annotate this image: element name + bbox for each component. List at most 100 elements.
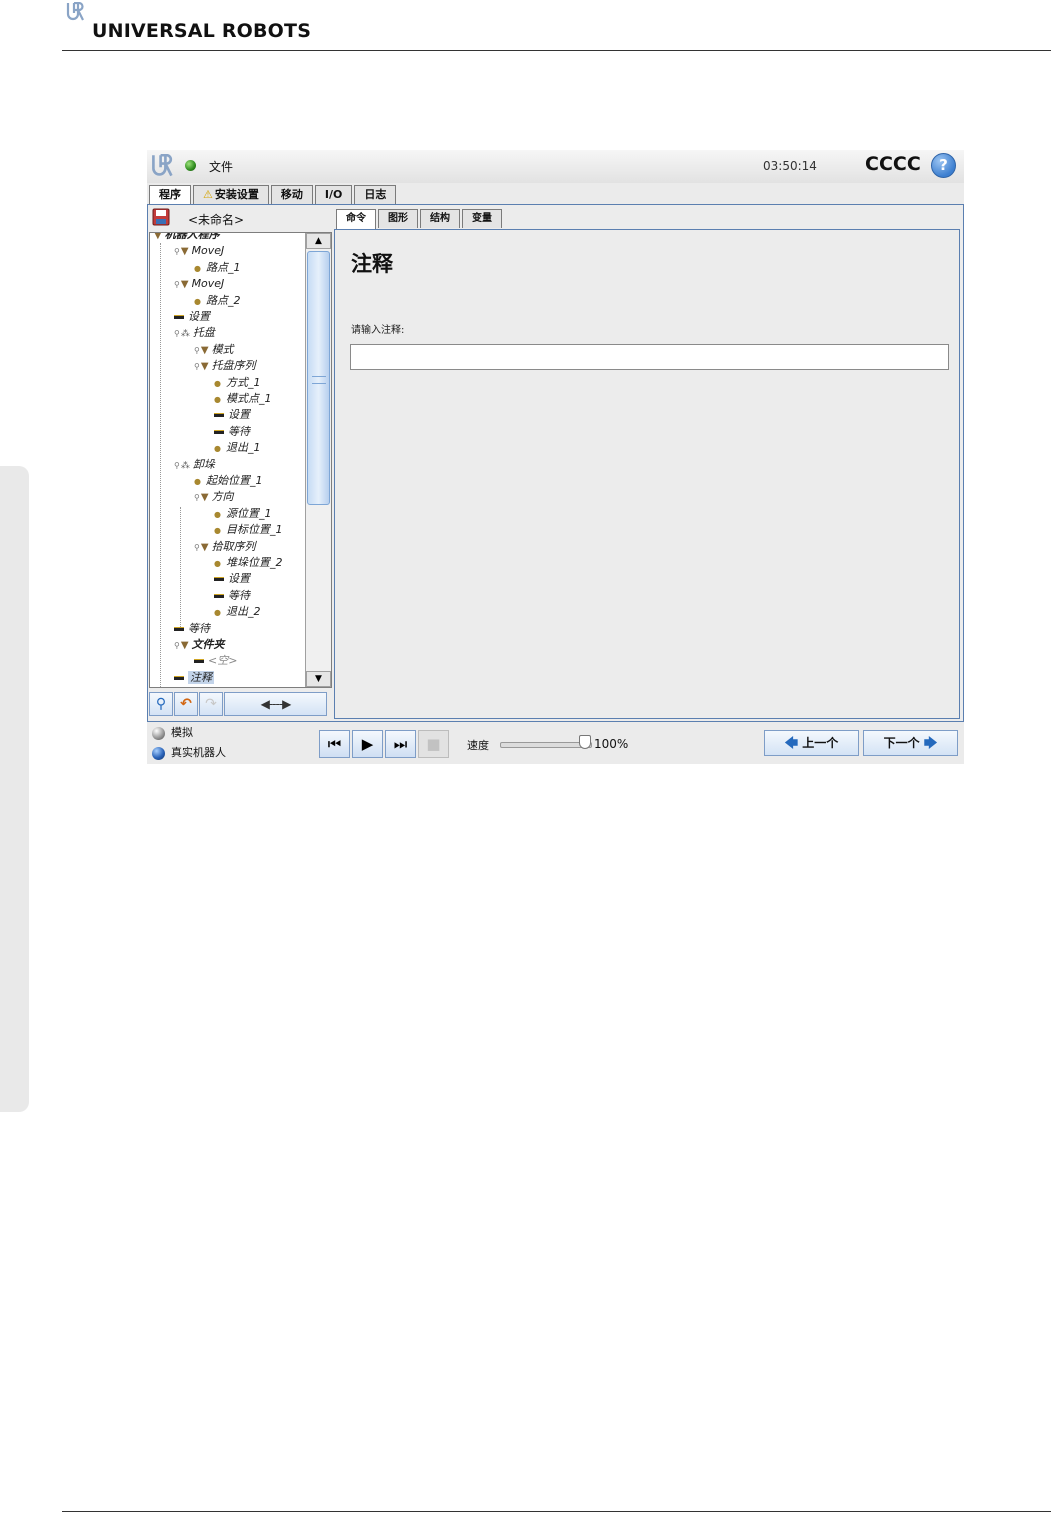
tree-node[interactable]: 设置 <box>214 571 250 587</box>
save-icon[interactable] <box>152 208 170 226</box>
tab-variables[interactable]: 变量 <box>462 209 502 228</box>
waypoint-icon: ● <box>214 608 221 618</box>
file-menu[interactable]: 文件 <box>209 158 233 175</box>
tree-node[interactable]: ● 退出_2 <box>214 604 260 620</box>
scroll-down-button[interactable]: ▼ <box>306 671 331 687</box>
tree-node[interactable]: ⚲▼ 文件夹 <box>174 637 225 653</box>
waypoint-icon: ● <box>214 526 221 536</box>
expander-icon[interactable]: ⚲ <box>174 280 180 289</box>
tree-node[interactable]: ⚲⁂ 托盘 <box>174 325 215 341</box>
waypoint-icon: ● <box>214 509 221 519</box>
header-divider <box>62 50 1051 51</box>
waypoint-icon: ● <box>194 263 201 273</box>
tree-node[interactable]: 注释 <box>174 670 214 686</box>
tree-toolbar: ⚲ ↶ ↷ ◀----▶ <box>149 692 328 716</box>
universal-robots-brand: UNIVERSAL ROBOTS <box>66 1 311 42</box>
expander-icon[interactable]: ⚲ <box>194 543 200 552</box>
tree-node[interactable]: 等待 <box>214 424 250 440</box>
expander-icon[interactable]: ⚲ <box>174 329 180 338</box>
tree-connector-line <box>180 507 181 627</box>
comment-label: 请输入注释: <box>351 325 405 336</box>
title-bar: 文件 03:50:14 CCCC ? <box>147 150 964 183</box>
tree-node[interactable]: ▼ 机器人程序 <box>154 233 220 243</box>
tree-node[interactable]: ● 起始位置_1 <box>194 473 262 489</box>
chapter-side-tab <box>0 466 29 1112</box>
scroll-thumb[interactable] <box>307 251 330 505</box>
node-triangle-icon: ▼ <box>180 640 189 651</box>
tab-move[interactable]: 移动 <box>270 185 313 204</box>
tab-installation[interactable]: ⚠ 安装设置 <box>193 185 269 204</box>
tree-node[interactable]: 设置 <box>214 407 250 423</box>
mode-simulation[interactable]: 模拟 <box>152 724 193 742</box>
real-robot-ball-icon <box>152 746 165 760</box>
tree-node[interactable]: ● 模式点_1 <box>214 391 271 407</box>
speed-slider-handle[interactable] <box>579 735 591 749</box>
command-bar-icon <box>214 577 224 582</box>
previous-button[interactable]: 🡄 上一个 <box>764 730 859 756</box>
expander-icon[interactable]: ⚲ <box>174 461 180 470</box>
undo-icon[interactable]: ↶ <box>174 692 198 716</box>
comment-input[interactable] <box>350 344 949 370</box>
mode-real-robot[interactable]: 真实机器人 <box>152 744 226 762</box>
tree-node[interactable]: ⚲▼ 拾取序列 <box>194 539 256 555</box>
polyscope-window: 文件 03:50:14 CCCC ? 程序 ⚠ 安装设置 移动 I/O 日志 <未… <box>147 150 964 764</box>
tree-scrollbar[interactable]: ▲ ▼ <box>305 233 331 687</box>
tree-connector-line <box>160 243 161 687</box>
tree-node[interactable]: ● 目标位置_1 <box>214 522 282 538</box>
node-triangle-icon: ▼ <box>180 246 189 258</box>
tree-node[interactable]: 设置 <box>174 309 210 325</box>
tree-node[interactable]: ● 路点_1 <box>194 260 240 276</box>
group-icon: ⁂ <box>180 329 190 340</box>
arrow-right-icon: 🡆 <box>923 736 938 751</box>
scroll-up-button[interactable]: ▲ <box>306 233 331 249</box>
expander-icon[interactable]: ⚲ <box>194 493 200 502</box>
expander-icon[interactable]: ⚲ <box>194 362 200 371</box>
play-icon[interactable]: ▶ <box>352 730 383 758</box>
tree-node[interactable]: ● 路点_2 <box>194 293 240 309</box>
tree-node[interactable]: ⚲▼ 托盘序列 <box>194 358 256 374</box>
help-icon[interactable]: ? <box>931 153 956 178</box>
waypoint-icon: ● <box>194 477 201 486</box>
tree-node[interactable]: ⚲▼ MoveJ <box>174 243 224 259</box>
tree-node[interactable]: ● 退出_1 <box>214 440 260 456</box>
tree-node[interactable]: ⚲▼ 模式 <box>194 342 234 358</box>
command-bar-icon <box>174 626 184 631</box>
tab-io[interactable]: I/O <box>314 185 353 204</box>
stop-icon[interactable]: ■ <box>418 730 449 758</box>
ur-logo-icon <box>66 1 84 21</box>
ur-logo-icon <box>152 154 173 177</box>
tree-node[interactable]: 等待 <box>214 588 250 604</box>
tab-program[interactable]: 程序 <box>149 185 191 206</box>
speed-label: 速度 <box>467 739 489 752</box>
warning-icon: ⚠ <box>203 188 213 201</box>
rewind-icon[interactable]: ⏮ <box>319 730 350 758</box>
waypoint-icon: ● <box>214 444 221 454</box>
tree-node[interactable]: ⚲▼ MoveJ <box>174 276 224 292</box>
node-triangle-icon: ▼ <box>200 492 209 504</box>
expander-icon[interactable]: ⚲ <box>174 247 180 256</box>
tree-node[interactable]: ● 方式_1 <box>214 375 260 391</box>
tab-command[interactable]: 命令 <box>336 209 376 230</box>
tab-structure[interactable]: 结构 <box>420 209 460 228</box>
tree-node[interactable]: <空> <box>194 653 237 669</box>
command-bar-icon <box>214 429 224 434</box>
expander-icon[interactable]: ⚲ <box>194 346 200 355</box>
tree-node[interactable]: ● 堆垛位置_2 <box>214 555 282 571</box>
move-node-button[interactable]: ◀----▶ <box>224 692 327 716</box>
step-icon[interactable]: ⏭ <box>385 730 416 758</box>
tree-node[interactable]: ● 源位置_1 <box>214 506 271 522</box>
search-icon[interactable]: ⚲ <box>149 692 173 716</box>
expander-icon[interactable]: ⚲ <box>174 641 180 650</box>
tab-log[interactable]: 日志 <box>354 185 397 204</box>
tree-node[interactable]: ⚲▼ 方向 <box>194 489 234 505</box>
node-triangle-icon: ▼ <box>200 541 209 553</box>
node-triangle-icon: ▼ <box>180 279 189 291</box>
next-button[interactable]: 下一个 🡆 <box>863 730 958 756</box>
tree-node[interactable]: ⚲⁂ 卸垛 <box>174 457 215 473</box>
playback-controls: ⏮ ▶ ⏭ ■ <box>319 730 451 758</box>
tab-graphics[interactable]: 图形 <box>378 209 418 228</box>
command-bar-icon <box>174 315 184 319</box>
redo-icon[interactable]: ↷ <box>199 692 223 716</box>
robot-status-icon <box>185 160 196 171</box>
program-frame: <未命名> ▼ 机器人程序 ⚲▼ MoveJ ● 路点_1 ⚲▼ MoveJ ● 路点_2 设置 ⚲⁂… <box>147 204 964 722</box>
